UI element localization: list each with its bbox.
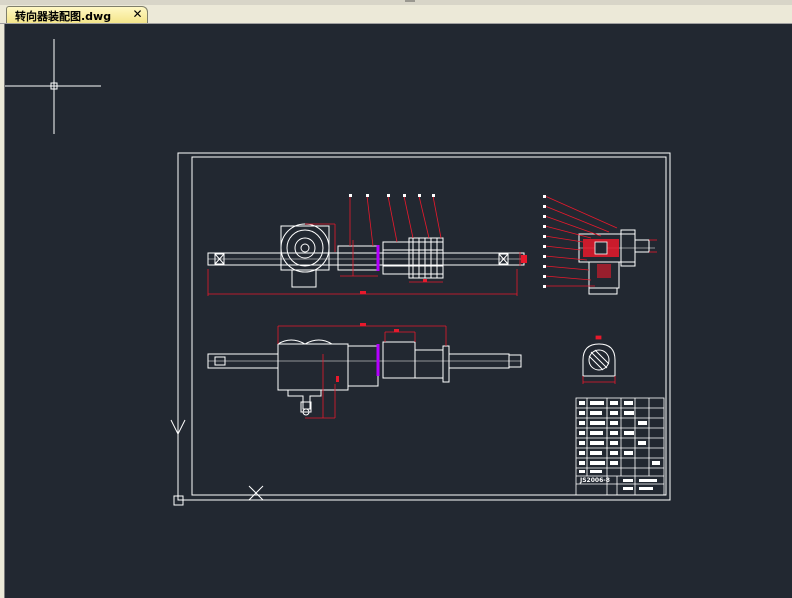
close-icon[interactable]: ✕	[131, 7, 144, 21]
drawing-code: JS2006-8	[579, 477, 610, 484]
front-view-accents	[207, 194, 527, 296]
cad-drawing: JS2006-8	[5, 39, 671, 506]
crosshair-cursor-icon	[5, 39, 101, 134]
section-view-accents	[543, 195, 657, 288]
assembly-top-view	[207, 339, 522, 416]
tab-label[interactable]: 转向器装配图.dwg	[15, 8, 111, 24]
assembly-front-view	[207, 223, 525, 288]
splitter-grip[interactable]	[405, 0, 415, 2]
document-tab-bar: 转向器装配图.dwg ✕	[0, 5, 792, 24]
detail-view	[582, 343, 616, 377]
ucs-icon	[170, 419, 186, 506]
drawing-canvas[interactable]: JS2006-8	[4, 24, 792, 598]
tab-document[interactable]: 转向器装配图.dwg ✕	[6, 6, 148, 23]
point-marker	[248, 485, 264, 501]
